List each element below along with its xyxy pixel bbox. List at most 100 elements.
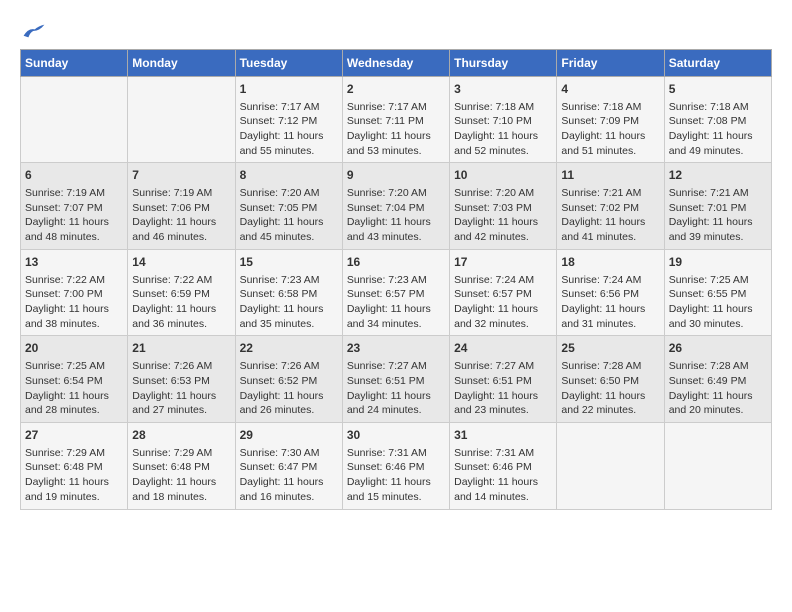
day-number: 1 <box>240 81 338 98</box>
calendar-cell: 19Sunrise: 7:25 AMSunset: 6:55 PMDayligh… <box>664 249 771 336</box>
calendar-cell: 13 Sunrise: 7:22 AMSunset: 7:00 PMDayligh… <box>21 249 128 336</box>
calendar-cell: 26 Sunrise: 7:28 AMSunset: 6:49 PMDayligh… <box>664 336 771 423</box>
calendar-cell: 23 Sunrise: 7:27 AMSunset: 6:51 PMDayligh… <box>342 336 449 423</box>
day-number: 31 <box>454 427 552 444</box>
calendar-cell: 10Sunrise: 7:20 AMSunset: 7:03 PMDayligh… <box>450 163 557 250</box>
day-header-thursday: Thursday <box>450 49 557 76</box>
calendar-cell: 14Sunrise: 7:22 AMSunset: 6:59 PMDayligh… <box>128 249 235 336</box>
day-number: 23 <box>347 340 445 357</box>
day-number: 28 <box>132 427 230 444</box>
cell-content: Sunrise: 7:20 AMSunset: 7:05 PMDaylight:… <box>240 186 338 245</box>
page-header <box>20 20 772 41</box>
calendar-week-row: 20 Sunrise: 7:25 AMSunset: 6:54 PMDayligh… <box>21 336 772 423</box>
cell-content: Sunrise: 7:27 AMSunset: 6:51 PMDaylight:… <box>454 359 552 418</box>
calendar-cell: 6Sunrise: 7:19 AMSunset: 7:07 PMDaylight… <box>21 163 128 250</box>
calendar-cell: 5 Sunrise: 7:18 AMSunset: 7:08 PMDaylight… <box>664 76 771 163</box>
cell-content: Sunrise: 7:27 AMSunset: 6:51 PMDaylight:… <box>347 359 445 418</box>
day-number: 11 <box>561 167 659 184</box>
calendar-cell: 31 Sunrise: 7:31 AMSunset: 6:46 PMDayligh… <box>450 422 557 509</box>
day-number: 16 <box>347 254 445 271</box>
cell-content: Sunrise: 7:23 AMSunset: 6:57 PMDaylight:… <box>347 273 445 332</box>
cell-content: Sunrise: 7:28 AMSunset: 6:50 PMDaylight:… <box>561 359 659 418</box>
day-header-saturday: Saturday <box>664 49 771 76</box>
day-number: 5 <box>669 81 767 98</box>
day-number: 4 <box>561 81 659 98</box>
day-number: 29 <box>240 427 338 444</box>
day-number: 13 <box>25 254 123 271</box>
calendar-header-row: SundayMondayTuesdayWednesdayThursdayFrid… <box>21 49 772 76</box>
day-number: 12 <box>669 167 767 184</box>
day-number: 9 <box>347 167 445 184</box>
day-number: 20 <box>25 340 123 357</box>
day-number: 27 <box>25 427 123 444</box>
calendar-cell: 20 Sunrise: 7:25 AMSunset: 6:54 PMDayligh… <box>21 336 128 423</box>
calendar-cell: 1 Sunrise: 7:17 AMSunset: 7:12 PMDaylight… <box>235 76 342 163</box>
calendar-cell: 3 Sunrise: 7:18 AMSunset: 7:10 PMDaylight… <box>450 76 557 163</box>
day-header-friday: Friday <box>557 49 664 76</box>
cell-content: Sunrise: 7:23 AMSunset: 6:58 PMDaylight:… <box>240 273 338 332</box>
calendar-cell: 24 Sunrise: 7:27 AMSunset: 6:51 PMDayligh… <box>450 336 557 423</box>
cell-content: Sunrise: 7:26 AMSunset: 6:53 PMDaylight:… <box>132 359 230 418</box>
day-header-sunday: Sunday <box>21 49 128 76</box>
calendar-cell: 22Sunrise: 7:26 AMSunset: 6:52 PMDayligh… <box>235 336 342 423</box>
cell-content: Sunrise: 7:21 AMSunset: 7:02 PMDaylight:… <box>561 186 659 245</box>
cell-content: Sunrise: 7:20 AMSunset: 7:04 PMDaylight:… <box>347 186 445 245</box>
calendar-cell <box>664 422 771 509</box>
calendar-cell: 17Sunrise: 7:24 AMSunset: 6:57 PMDayligh… <box>450 249 557 336</box>
day-number: 25 <box>561 340 659 357</box>
calendar-cell: 21 Sunrise: 7:26 AMSunset: 6:53 PMDayligh… <box>128 336 235 423</box>
cell-content: Sunrise: 7:25 AMSunset: 6:54 PMDaylight:… <box>25 359 123 418</box>
day-number: 2 <box>347 81 445 98</box>
cell-content: Sunrise: 7:31 AMSunset: 6:46 PMDaylight:… <box>454 446 552 505</box>
calendar-cell <box>128 76 235 163</box>
calendar-cell: 30Sunrise: 7:31 AMSunset: 6:46 PMDayligh… <box>342 422 449 509</box>
cell-content: Sunrise: 7:30 AMSunset: 6:47 PMDaylight:… <box>240 446 338 505</box>
day-number: 18 <box>561 254 659 271</box>
calendar-week-row: 6Sunrise: 7:19 AMSunset: 7:07 PMDaylight… <box>21 163 772 250</box>
cell-content: Sunrise: 7:29 AMSunset: 6:48 PMDaylight:… <box>25 446 123 505</box>
cell-content: Sunrise: 7:18 AMSunset: 7:09 PMDaylight:… <box>561 100 659 159</box>
calendar-cell: 7Sunrise: 7:19 AMSunset: 7:06 PMDaylight… <box>128 163 235 250</box>
calendar-cell: 18 Sunrise: 7:24 AMSunset: 6:56 PMDayligh… <box>557 249 664 336</box>
calendar-cell: 25 Sunrise: 7:28 AMSunset: 6:50 PMDayligh… <box>557 336 664 423</box>
day-number: 26 <box>669 340 767 357</box>
cell-content: Sunrise: 7:28 AMSunset: 6:49 PMDaylight:… <box>669 359 767 418</box>
calendar-cell: 4 Sunrise: 7:18 AMSunset: 7:09 PMDaylight… <box>557 76 664 163</box>
calendar-cell: 8 Sunrise: 7:20 AMSunset: 7:05 PMDaylight… <box>235 163 342 250</box>
day-number: 7 <box>132 167 230 184</box>
calendar-cell: 16 Sunrise: 7:23 AMSunset: 6:57 PMDayligh… <box>342 249 449 336</box>
day-number: 8 <box>240 167 338 184</box>
calendar-table: SundayMondayTuesdayWednesdayThursdayFrid… <box>20 49 772 510</box>
day-header-wednesday: Wednesday <box>342 49 449 76</box>
calendar-cell <box>557 422 664 509</box>
day-number: 6 <box>25 167 123 184</box>
calendar-cell: 27 Sunrise: 7:29 AMSunset: 6:48 PMDayligh… <box>21 422 128 509</box>
cell-content: Sunrise: 7:17 AMSunset: 7:11 PMDaylight:… <box>347 100 445 159</box>
day-number: 10 <box>454 167 552 184</box>
day-number: 14 <box>132 254 230 271</box>
calendar-cell: 2 Sunrise: 7:17 AMSunset: 7:11 PMDaylight… <box>342 76 449 163</box>
day-number: 22 <box>240 340 338 357</box>
day-number: 30 <box>347 427 445 444</box>
cell-content: Sunrise: 7:22 AMSunset: 7:00 PMDaylight:… <box>25 273 123 332</box>
day-number: 15 <box>240 254 338 271</box>
day-number: 21 <box>132 340 230 357</box>
day-number: 24 <box>454 340 552 357</box>
day-number: 3 <box>454 81 552 98</box>
cell-content: Sunrise: 7:18 AMSunset: 7:10 PMDaylight:… <box>454 100 552 159</box>
calendar-cell: 9 Sunrise: 7:20 AMSunset: 7:04 PMDaylight… <box>342 163 449 250</box>
cell-content: Sunrise: 7:18 AMSunset: 7:08 PMDaylight:… <box>669 100 767 159</box>
cell-content: Sunrise: 7:25 AMSunset: 6:55 PMDaylight:… <box>669 273 767 332</box>
cell-content: Sunrise: 7:17 AMSunset: 7:12 PMDaylight:… <box>240 100 338 159</box>
calendar-cell: 12 Sunrise: 7:21 AMSunset: 7:01 PMDayligh… <box>664 163 771 250</box>
calendar-cell: 28 Sunrise: 7:29 AMSunset: 6:48 PMDayligh… <box>128 422 235 509</box>
cell-content: Sunrise: 7:21 AMSunset: 7:01 PMDaylight:… <box>669 186 767 245</box>
calendar-week-row: 13 Sunrise: 7:22 AMSunset: 7:00 PMDayligh… <box>21 249 772 336</box>
day-header-tuesday: Tuesday <box>235 49 342 76</box>
day-number: 17 <box>454 254 552 271</box>
cell-content: Sunrise: 7:29 AMSunset: 6:48 PMDaylight:… <box>132 446 230 505</box>
calendar-cell: 29 Sunrise: 7:30 AMSunset: 6:47 PMDayligh… <box>235 422 342 509</box>
cell-content: Sunrise: 7:24 AMSunset: 6:56 PMDaylight:… <box>561 273 659 332</box>
calendar-week-row: 1 Sunrise: 7:17 AMSunset: 7:12 PMDaylight… <box>21 76 772 163</box>
calendar-cell <box>21 76 128 163</box>
